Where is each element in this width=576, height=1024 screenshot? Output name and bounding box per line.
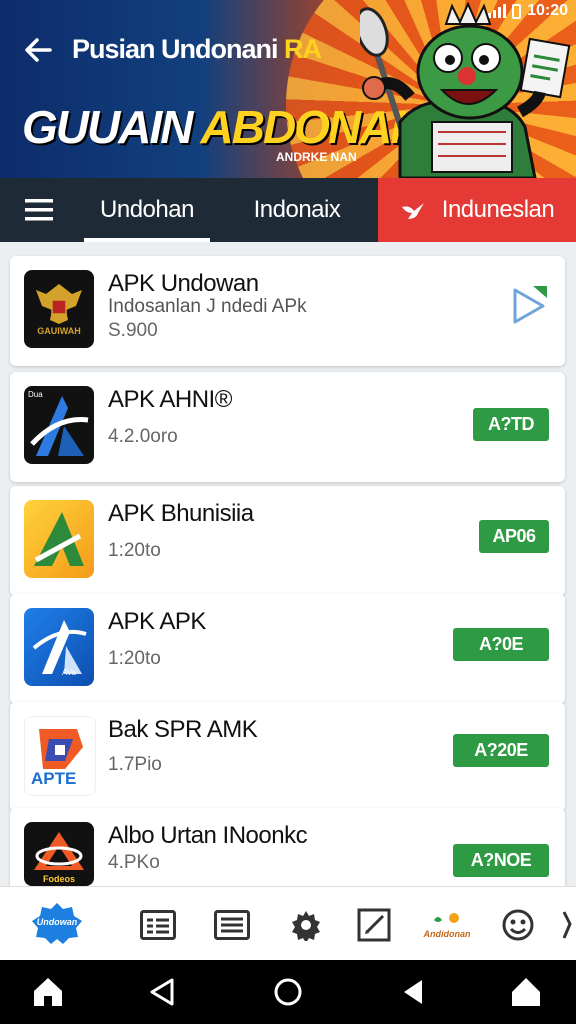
app-list-item[interactable]: APK Bhunisiia 1:20to AP06 xyxy=(10,486,565,596)
banner-subtitle: ANDRKE NAN xyxy=(276,150,357,164)
page-title-accent: RA xyxy=(284,34,322,64)
brand-icon[interactable]: Andidonan xyxy=(420,905,474,945)
edit-icon[interactable] xyxy=(354,905,394,945)
app-name: APK APK xyxy=(108,608,206,635)
tab-induneslan[interactable]: Induneslan xyxy=(378,178,576,242)
app-subtitle: Indosanlan J ndedi APk xyxy=(108,296,307,317)
app-meta: 1:20to xyxy=(108,540,161,561)
home-badge-icon[interactable]: Undowan xyxy=(30,901,84,945)
app-list-item[interactable]: AVa APK APK 1:20to A?0E xyxy=(10,594,565,704)
page-title: Pusian Undonani RA xyxy=(72,34,322,65)
home-circle-icon[interactable] xyxy=(270,974,306,1010)
app-meta: 4.PKo xyxy=(108,852,160,873)
app-meta: 1:20to xyxy=(108,648,161,669)
app-meta: S.900 xyxy=(108,320,158,341)
tab-indonaix[interactable]: Indonaix xyxy=(216,178,378,242)
app-list-item[interactable]: Fodeos Albo Urtan INoonkc 4.PKo A?NOE xyxy=(10,808,565,886)
play-store-icon[interactable] xyxy=(511,284,549,326)
app-icon-garuda: GAUIWAH xyxy=(24,270,94,348)
app-icon-text: APTE xyxy=(31,769,77,788)
app-icon-text: GAUIWAH xyxy=(37,326,81,336)
install-button[interactable]: A?20E xyxy=(453,734,549,767)
news-icon[interactable] xyxy=(212,905,252,945)
hamburger-icon xyxy=(25,199,53,221)
menu-button[interactable] xyxy=(0,178,78,242)
page-title-main: Pusian Undonani xyxy=(72,34,285,64)
header-banner: 10:20 Pusian Undonani RA GUUAIN ABDONAN … xyxy=(0,0,576,178)
bird-icon xyxy=(401,203,424,219)
app-icon-a-yellow xyxy=(24,500,94,578)
app-list-item[interactable]: GAUIWAH APK Undowan Indosanlan J ndedi A… xyxy=(10,256,565,366)
back-triangle-icon[interactable] xyxy=(144,974,180,1010)
more-icon[interactable] xyxy=(550,905,576,945)
tab-label: Undohan xyxy=(100,196,194,223)
app-icon-text: Dua xyxy=(28,390,43,399)
back-filled-icon[interactable] xyxy=(396,974,432,1010)
app-name: APK Bhunisiia xyxy=(108,500,254,527)
banner-headline-white: GUUAIN xyxy=(22,101,201,153)
tab-bar: Undohan Indonaix Induneslan xyxy=(0,178,576,242)
app-name: Albo Urtan INoonkc xyxy=(108,822,308,849)
tab-undohan[interactable]: Undohan xyxy=(78,178,216,242)
back-arrow-icon[interactable] xyxy=(22,34,54,66)
list-icon[interactable] xyxy=(138,905,178,945)
app-icon-text: AVa xyxy=(62,668,76,677)
bottom-navigation: Undowan Andidonan xyxy=(0,886,576,961)
app-icon-text: Fodeos xyxy=(42,874,75,884)
app-meta: 4.2.0oro xyxy=(108,426,178,447)
install-button[interactable]: A?0E xyxy=(453,628,549,661)
install-button[interactable]: A?NOE xyxy=(453,844,549,877)
badge-text: Undowan xyxy=(36,917,78,927)
app-name: APK AHNI® xyxy=(108,386,232,413)
tab-label: Induneslan xyxy=(441,196,555,223)
app-name: APK Undowan xyxy=(108,270,259,297)
home-icon[interactable] xyxy=(30,974,66,1010)
app-list-item[interactable]: Dua APK AHNI® 4.2.0oro A?TD xyxy=(10,372,565,482)
app-meta: 1.7Pio xyxy=(108,754,162,775)
mascot-illustration xyxy=(360,2,571,178)
app-name: Bak SPR AMK xyxy=(108,716,258,743)
app-icon-apte: APTE xyxy=(24,716,96,796)
smile-icon[interactable] xyxy=(498,905,538,945)
app-icon-a-blue: Dua xyxy=(24,386,94,464)
tab-label: Indonaix xyxy=(253,196,341,223)
system-navigation-bar xyxy=(0,960,576,1024)
profile-icon[interactable] xyxy=(508,974,544,1010)
app-icon-fodeos: Fodeos xyxy=(24,822,94,886)
brand-text: Andidonan xyxy=(423,929,471,939)
app-list-item[interactable]: APTE Bak SPR AMK 1.7Pio A?20E xyxy=(10,702,565,812)
settings-icon[interactable] xyxy=(286,905,326,945)
install-button[interactable]: A?TD xyxy=(473,408,549,441)
install-button[interactable]: AP06 xyxy=(479,520,549,553)
app-icon-a-white: AVa xyxy=(24,608,94,686)
